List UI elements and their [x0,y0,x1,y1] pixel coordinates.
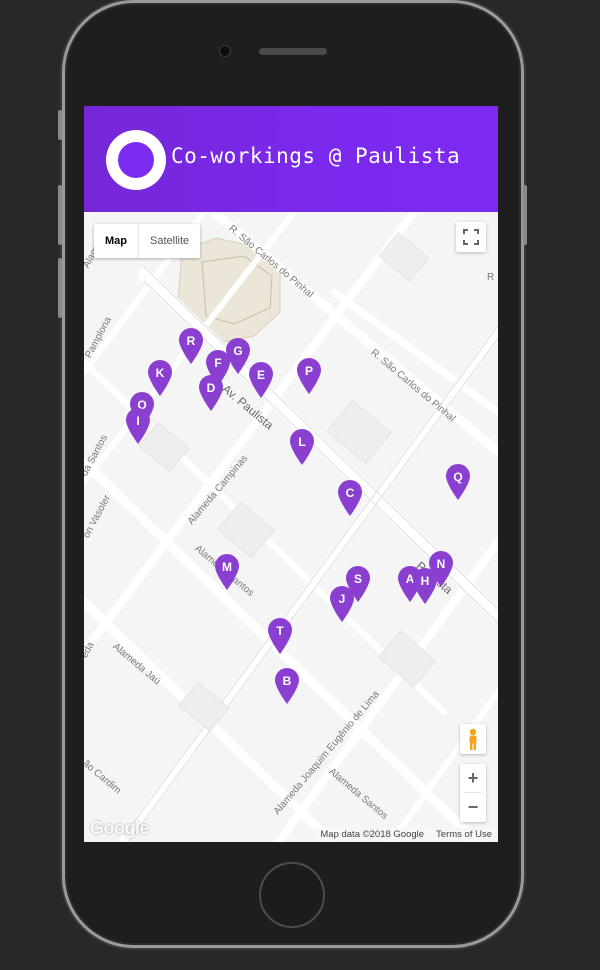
map-marker-m[interactable]: M [215,554,239,590]
street-label: R [487,272,495,283]
map-marker-r[interactable]: R [179,328,203,364]
app-header: Co-workings @ Paulista [84,106,498,212]
marker-label: H [420,574,430,588]
map-marker-k[interactable]: K [148,360,172,396]
marker-label: B [282,674,292,688]
map-marker-h[interactable]: H [413,568,437,604]
app-title: Co-workings @ Paulista [171,144,461,168]
marker-label: F [214,356,222,370]
map-marker-i[interactable]: I [126,408,150,444]
map-marker-p[interactable]: P [297,358,321,394]
map-type-satellite-button[interactable]: Satellite [139,224,200,258]
map-marker-e[interactable]: E [249,362,273,398]
marker-label: Q [453,470,463,484]
map-view[interactable]: R. São Carlos do Pinhal R. São Carlos do… [84,212,498,842]
map-type-map-button[interactable]: Map [94,224,139,258]
marker-label: R [186,334,196,348]
map-roads [84,212,498,842]
marker-label: C [345,486,355,500]
marker-label: D [206,381,216,395]
front-camera [219,45,231,57]
map-marker-b[interactable]: B [275,668,299,704]
home-button[interactable] [259,862,325,928]
volume-up-button [58,185,62,245]
phone-screen: Co-workings @ Paulista R. São Carlos do … [84,106,498,842]
marker-label: J [338,592,346,606]
map-marker-j[interactable]: J [330,586,354,622]
pegman-icon [469,728,477,750]
fullscreen-button[interactable] [456,222,486,252]
circle-logo-icon [106,130,166,190]
zoom-in-button[interactable]: + [460,764,486,792]
map-marker-c[interactable]: C [338,480,362,516]
volume-down-button [58,258,62,318]
marker-label: T [276,624,284,638]
zoom-out-button[interactable]: − [460,793,486,821]
marker-label: K [155,366,165,380]
map-marker-l[interactable]: L [290,429,314,465]
logo-inner-dot [118,142,154,178]
marker-label: P [304,364,313,378]
mute-switch [58,110,62,140]
map-marker-d[interactable]: D [199,375,223,411]
marker-label: E [256,368,265,382]
marker-label: L [298,435,306,449]
map-type-control: Map Satellite [94,224,201,258]
map-attribution: Map data ©2018 Google Terms of Use [314,828,498,842]
street-view-button[interactable] [460,724,486,754]
marker-label: M [222,560,232,574]
marker-label: S [353,572,362,586]
earpiece-speaker [259,48,327,55]
map-marker-t[interactable]: T [268,618,292,654]
google-logo[interactable]: Google [90,818,150,839]
zoom-control: + − [460,764,486,822]
map-data-text: Map data ©2018 Google [320,829,425,840]
fullscreen-icon [463,229,479,245]
marker-label: I [136,414,140,428]
terms-of-use-link[interactable]: Terms of Use [436,828,492,842]
map-marker-q[interactable]: Q [446,464,470,500]
power-button [523,185,527,245]
